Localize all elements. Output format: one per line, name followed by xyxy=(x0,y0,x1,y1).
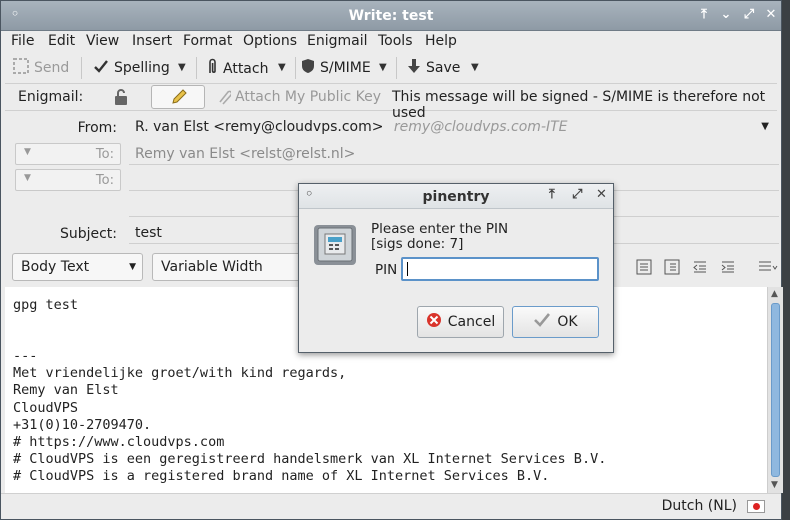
menu-file[interactable]: File xyxy=(11,33,34,49)
flag-icon xyxy=(747,500,765,513)
indent-icon[interactable] xyxy=(720,259,736,279)
keep-above-icon[interactable]: ⤒ xyxy=(549,187,555,202)
keep-above-icon[interactable]: ⤒ xyxy=(696,7,712,23)
spellcheck-language[interactable]: Dutch (NL) xyxy=(662,498,737,514)
toolbar-separator xyxy=(196,57,197,79)
dialog-title-bar: ◦ pinentry ⤒ ⤢ ✕ xyxy=(299,184,613,209)
window-title: Write: test xyxy=(348,8,434,24)
toolbar-separator xyxy=(295,57,296,79)
cancel-icon xyxy=(426,312,442,332)
scroll-up-icon[interactable]: ▲ xyxy=(771,289,778,299)
spelling-button[interactable]: Spelling xyxy=(93,58,170,78)
menu-options[interactable]: Options xyxy=(243,33,297,49)
enigmail-label: Enigmail: xyxy=(18,89,84,105)
close-icon[interactable]: ✕ xyxy=(596,187,607,202)
body-line: # CloudVPS is een geregistreerd handelsm… xyxy=(13,450,607,467)
to-field[interactable]: Remy van Elst <relst@relst.nl> xyxy=(129,143,779,165)
unlocked-padlock-icon xyxy=(113,89,129,110)
from-select[interactable]: R. van Elst <remy@cloudvps.com> remy@clo… xyxy=(129,116,779,138)
outdent-icon[interactable] xyxy=(692,259,708,279)
cancel-button[interactable]: Cancel xyxy=(417,306,504,338)
body-line: CloudVPS xyxy=(13,399,79,416)
send-icon xyxy=(13,58,29,78)
pin-label: PIN xyxy=(375,262,398,278)
signature-count: [sigs done: 7] xyxy=(371,236,464,252)
smime-dropdown-icon[interactable]: ▼ xyxy=(379,62,387,73)
bulleted-list-icon[interactable] xyxy=(636,259,652,279)
menu-view[interactable]: View xyxy=(86,33,119,49)
smime-button[interactable]: S/MIME xyxy=(301,58,371,78)
chevron-down-icon: ▼ xyxy=(24,147,31,157)
chevron-down-icon: ▼ xyxy=(24,173,31,183)
body-line: Remy van Elst xyxy=(13,382,119,399)
menu-enigmail[interactable]: Enigmail xyxy=(307,33,368,49)
pinentry-dialog: ◦ pinentry ⤒ ⤢ ✕ Please enter the PIN [s… xyxy=(298,183,614,353)
attach-dropdown-icon[interactable]: ▼ xyxy=(278,62,286,73)
maximize-icon[interactable]: ⤢ xyxy=(741,7,757,23)
dialog-title: pinentry xyxy=(422,189,490,205)
attach-button[interactable]: Attach xyxy=(206,58,268,80)
chevron-down-icon: ▼ xyxy=(761,121,769,132)
menu-insert[interactable]: Insert xyxy=(132,33,172,49)
maximize-icon[interactable]: ⤢ xyxy=(572,187,582,202)
body-scrollbar[interactable]: ▲ ▼ xyxy=(767,287,783,493)
scrollbar-thumb[interactable] xyxy=(771,303,780,477)
minimize-icon[interactable]: ⌄ xyxy=(718,7,734,23)
title-bar: ◦ Write: test ⤒ ⌄ ⤢ ✕ xyxy=(1,1,781,31)
font-select[interactable]: Variable Width xyxy=(152,253,302,281)
align-icon[interactable] xyxy=(758,259,778,279)
from-label: From: xyxy=(77,120,117,136)
ok-button[interactable]: OK xyxy=(512,306,599,338)
recipient-type-select[interactable]: ▼ To: xyxy=(15,169,121,191)
save-button[interactable]: Save xyxy=(407,58,460,78)
body-line: # CloudVPS is a registered brand name of… xyxy=(13,467,550,484)
paragraph-format-select[interactable]: Body Text ▼ xyxy=(12,253,143,281)
pin-input[interactable] xyxy=(401,257,599,281)
subject-label: Subject: xyxy=(59,226,117,242)
attach-public-key-button[interactable]: Attach My Public Key xyxy=(217,89,381,109)
checkmark-icon xyxy=(93,58,109,78)
text-cursor xyxy=(407,261,408,276)
enigmail-bar: Enigmail: Attach My Public Key This mess… xyxy=(5,83,777,121)
toolbar: Send Spelling ▼ Attach ▼ S/MIME ▼ Save ▼ xyxy=(1,53,781,83)
chevron-down-icon: ▼ xyxy=(129,262,136,272)
checkmark-icon xyxy=(533,312,551,332)
close-icon[interactable]: ✕ xyxy=(763,7,779,23)
menu-bar: File Edit View Insert Format Options Eni… xyxy=(1,31,781,53)
pencil-icon xyxy=(170,88,188,110)
download-icon xyxy=(407,58,421,78)
body-line: +31(0)10-2709470. xyxy=(13,416,152,433)
menu-help[interactable]: Help xyxy=(425,33,457,49)
pin-prompt: Please enter the PIN xyxy=(371,221,509,237)
body-line: # https://www.cloudvps.com xyxy=(13,433,225,450)
numbered-list-icon[interactable] xyxy=(664,259,680,279)
recipient-type-select[interactable]: ▼ To: xyxy=(15,143,121,165)
menu-edit[interactable]: Edit xyxy=(48,33,75,49)
body-line: Met vriendelijke groet/with kind regards… xyxy=(13,365,347,382)
send-button[interactable]: Send xyxy=(13,58,69,78)
safe-icon xyxy=(313,222,357,270)
menu-tools[interactable]: Tools xyxy=(378,33,413,49)
paperclip-icon xyxy=(206,58,218,80)
scroll-down-icon[interactable]: ▼ xyxy=(771,480,778,490)
spelling-dropdown-icon[interactable]: ▼ xyxy=(178,62,186,73)
toolbar-separator xyxy=(396,57,397,79)
encryption-toggle[interactable] xyxy=(113,88,129,110)
paperclip-icon xyxy=(217,89,233,109)
shield-icon xyxy=(301,58,315,78)
menu-format[interactable]: Format xyxy=(183,33,232,49)
signing-toggle[interactable] xyxy=(151,85,205,109)
save-dropdown-icon[interactable]: ▼ xyxy=(471,62,479,73)
status-bar: Dutch (NL) xyxy=(1,493,781,519)
toolbar-separator xyxy=(81,57,82,79)
